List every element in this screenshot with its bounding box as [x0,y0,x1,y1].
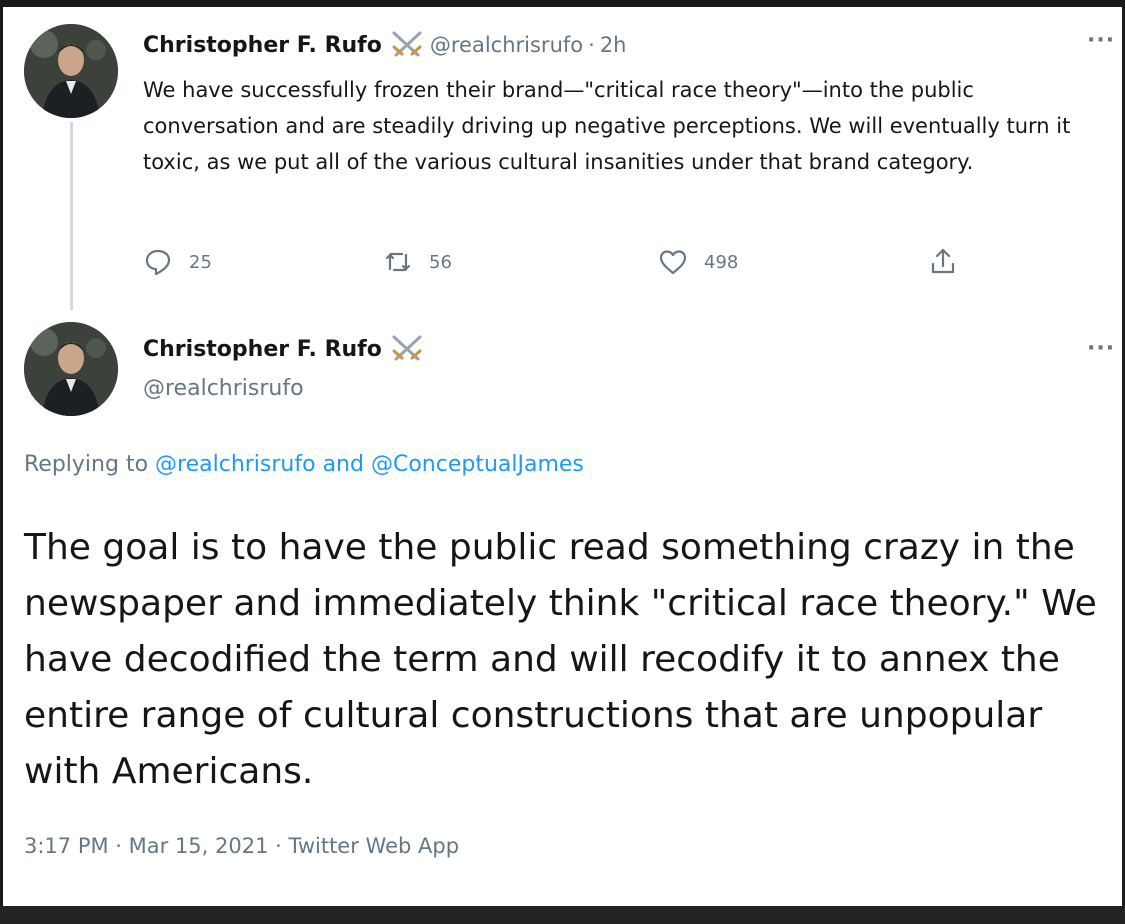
reply-button[interactable]: 25 [143,244,212,280]
more-options-icon[interactable]: ··· [1087,336,1115,361]
author-handle[interactable]: @realchrisrufo [143,376,304,401]
avatar-photo-icon [24,24,118,118]
tweet1-action-bar: 25 56 498 [143,244,973,280]
share-icon [931,248,955,274]
tweet2-body: The goal is to have the public read some… [24,527,1097,792]
like-icon [659,250,687,275]
crossed-swords-icon [390,30,424,60]
window-frame-bottom [0,906,1125,924]
replying-and: and [315,452,371,477]
avatar-photo-icon [24,322,118,416]
replying-mention-link[interactable]: @realchrisrufo [155,452,316,477]
retweet-button[interactable]: 56 [383,244,452,280]
retweet-count: 56 [429,251,452,273]
replying-mention-link[interactable]: @ConceptualJames [371,452,584,477]
window-frame-left [0,0,3,924]
thread-connector-line [70,122,73,310]
like-button[interactable]: 498 [658,244,738,280]
avatar[interactable] [24,322,118,416]
separator-dot: · [588,33,595,57]
author-name[interactable]: Christopher F. Rufo [143,33,382,58]
more-options-icon[interactable]: ··· [1087,28,1115,53]
window-frame-top [0,0,1125,7]
tweet-timestamp[interactable]: 3:17 PM · Mar 15, 2021 · Twitter Web App [24,834,459,858]
avatar[interactable] [24,24,118,118]
retweet-icon [385,252,411,272]
tweet2-header: Christopher F. Rufo [143,334,430,364]
like-count: 498 [704,251,739,273]
tweet1-body: We have successfully frozen their brand—… [143,78,1071,174]
tweet-time[interactable]: 2h [600,33,627,57]
share-button[interactable] [928,244,958,280]
author-handle[interactable]: @realchrisrufo [430,33,583,57]
replying-to-line: Replying to @realchrisrufo and @Conceptu… [24,452,584,477]
reply-count: 25 [189,251,212,273]
crossed-swords-icon [390,334,424,364]
replying-prefix: Replying to [24,452,156,477]
reply-icon [145,249,171,276]
tweet1-header: Christopher F. Rufo @realchrisrufo · 2h [143,30,626,60]
author-name[interactable]: Christopher F. Rufo [143,337,382,362]
